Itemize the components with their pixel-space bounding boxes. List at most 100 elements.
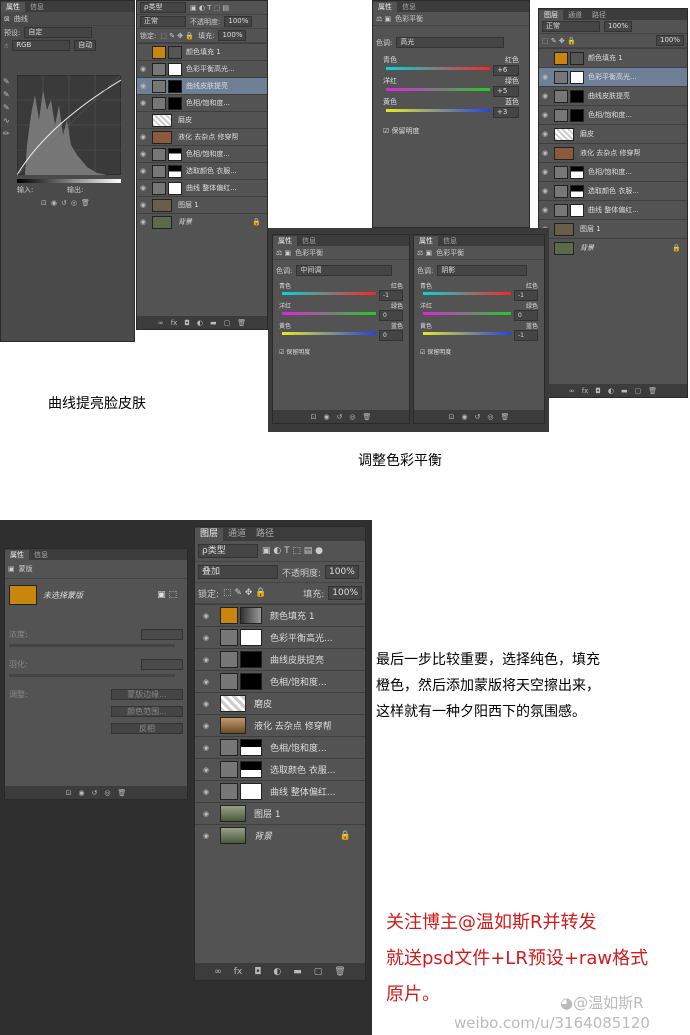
visibility-icon[interactable]: ◉ <box>539 168 551 176</box>
visibility-icon[interactable]: ◉ <box>195 656 217 664</box>
cyan-red-slider[interactable] <box>423 292 511 295</box>
filter-icons[interactable]: ▣ ◐ T ⬚ ▤ <box>190 4 229 12</box>
mask-edge-button[interactable]: 蒙版边缘... <box>111 689 183 700</box>
layer-row[interactable]: ◉图层 1 <box>539 219 687 238</box>
channel-select[interactable]: RGB <box>12 40 71 51</box>
yellow-blue-slider[interactable] <box>423 332 511 335</box>
tab-paths[interactable]: 路径 <box>251 528 279 541</box>
layer-row[interactable]: ◉ 曲线皮肤提亮 <box>137 77 267 94</box>
trash-icon[interactable]: 🗑 <box>501 413 510 421</box>
layer-row[interactable]: ◉ 颜色填充 1 <box>195 604 365 626</box>
reset-icon[interactable]: ↺ <box>337 413 343 421</box>
visibility-icon[interactable]: ◉ <box>137 184 149 192</box>
layer-row[interactable]: ◉ 曲线 整体偏红... <box>137 179 267 196</box>
reset-icon[interactable]: ↺ <box>92 789 98 797</box>
lock-icons[interactable]: ⬚ ✎ ✥ 🔒 <box>542 37 576 45</box>
visibility-icon[interactable]: ◉ <box>137 167 149 175</box>
clip-icon[interactable]: ⊡ <box>449 413 455 421</box>
visibility-toggle-icon[interactable]: ◎ <box>349 413 355 421</box>
fill-input[interactable]: 100% <box>328 586 362 600</box>
blend-mode-select[interactable]: 正常 <box>140 16 186 27</box>
tab-properties[interactable]: 属性 <box>373 2 397 12</box>
layer-row[interactable]: ◉ 色相/饱和度... <box>195 736 365 758</box>
visibility-icon[interactable]: ◉ <box>195 700 217 708</box>
tab-layers[interactable]: 图层 <box>539 10 563 20</box>
fill-input[interactable]: 100% <box>218 30 247 41</box>
tone-select[interactable]: 高光 <box>396 37 505 48</box>
tab-info[interactable]: 信息 <box>25 2 49 12</box>
pencil-icon[interactable]: ✏ <box>3 127 13 140</box>
tab-info[interactable]: 信息 <box>29 550 53 560</box>
trash-icon[interactable]: 🗑 <box>334 967 345 977</box>
visibility-icon[interactable]: ◉ <box>195 810 217 818</box>
density-input[interactable] <box>141 629 183 640</box>
layer-row[interactable]: ◉ 液化 去杂点 修穿帮 <box>195 714 365 736</box>
layer-row[interactable]: ◉ 色相/饱和度... <box>539 162 687 181</box>
lock-icons[interactable]: ⬚ ✎ ✥ 🔒 <box>223 588 266 598</box>
preset-select[interactable]: 自定 <box>24 27 93 38</box>
opacity-input[interactable]: 100% <box>224 16 253 27</box>
tab-layers[interactable]: 图层 <box>195 528 224 541</box>
add-mask-icon[interactable]: ◘ <box>595 387 601 395</box>
feather-input[interactable] <box>141 659 183 670</box>
new-layer-icon[interactable]: ▢ <box>224 319 231 327</box>
tab-info[interactable]: 信息 <box>297 236 321 246</box>
layer-row[interactable]: ◉背景🔒 <box>539 238 687 257</box>
yellow-blue-value[interactable]: 0 <box>379 330 403 341</box>
feather-slider[interactable] <box>9 674 175 677</box>
fx-icon[interactable]: fx <box>582 387 589 395</box>
visibility-icon[interactable]: ◉ <box>539 92 551 100</box>
adjustment-icon[interactable]: ◐ <box>197 319 203 327</box>
tab-properties[interactable]: 属性 <box>414 236 438 246</box>
layer-row[interactable]: ◉ 色相/饱和度... <box>137 94 267 111</box>
view-icon[interactable]: ◉ <box>323 413 329 421</box>
visibility-icon[interactable]: ◉ <box>195 678 217 686</box>
preserve-luminosity-checkbox[interactable]: ☑ 保留明度 <box>420 347 538 356</box>
curves-graph[interactable] <box>17 75 121 175</box>
invert-button[interactable]: 反相 <box>111 723 183 734</box>
layer-row[interactable]: 磨皮 <box>137 111 267 128</box>
visibility-icon[interactable]: ◉ <box>137 82 149 90</box>
folder-icon[interactable]: ▬ <box>210 319 217 327</box>
visibility-icon[interactable]: ◉ <box>539 73 551 81</box>
layer-row[interactable]: ◉背景🔒 <box>137 213 267 230</box>
eyedropper-black-icon[interactable]: ✎ <box>3 75 13 88</box>
cyan-red-slider[interactable] <box>386 67 490 70</box>
layer-row[interactable]: 颜色填充 1 <box>137 43 267 60</box>
mask-mode-icons[interactable]: ▣ ⬚ <box>157 590 177 600</box>
layer-row[interactable]: ◉ 磨皮 <box>539 124 687 143</box>
yellow-blue-value[interactable]: +3 <box>493 107 519 118</box>
trash-icon[interactable]: 🗑 <box>648 387 657 395</box>
add-mask-icon[interactable]: ◘ <box>254 967 261 977</box>
new-layer-icon[interactable]: ▢ <box>635 387 642 395</box>
visibility-icon[interactable]: ◉ <box>137 150 149 158</box>
layer-row[interactable]: ◉ 液化 去杂点 修穿帮 <box>137 128 267 145</box>
tab-properties[interactable]: 属性 <box>5 550 29 560</box>
link-icon[interactable]: ∞ <box>158 319 164 327</box>
reset-icon[interactable]: ↺ <box>475 413 481 421</box>
visibility-toggle-icon[interactable]: ◎ <box>487 413 493 421</box>
layer-row[interactable]: ◉ 曲线 整体偏红... <box>539 200 687 219</box>
visibility-icon[interactable]: ◉ <box>539 206 551 214</box>
visibility-icon[interactable]: ◉ <box>137 133 149 141</box>
layer-row[interactable]: ◉ 色相/饱和度... <box>195 670 365 692</box>
layer-row[interactable]: ◉ 色彩平衡高光... <box>137 60 267 77</box>
visibility-icon[interactable]: ◉ <box>539 149 551 157</box>
layer-row[interactable]: ◉ 曲线皮肤提亮 <box>195 648 365 670</box>
preserve-luminosity-checkbox[interactable]: ☑ 保留明度 <box>383 126 519 136</box>
layer-filter-select[interactable]: ρ类型 <box>140 2 186 13</box>
layer-filter-select[interactable]: ρ类型 <box>198 544 258 558</box>
filter-icons[interactable]: ▣ ◐ T ⬚ ▤ ● <box>262 546 323 556</box>
cyan-red-value[interactable]: -1 <box>514 290 538 301</box>
trash-icon[interactable]: 🗑 <box>118 789 127 797</box>
folder-icon[interactable]: ▬ <box>293 967 302 977</box>
layer-row[interactable]: ◉背景🔒 <box>195 824 365 846</box>
opacity-input[interactable]: 100% <box>325 565 359 579</box>
lock-icons[interactable]: ⬚ ✎ ✥ 🔒 <box>160 32 194 40</box>
adjustment-icon[interactable]: ◐ <box>608 387 614 395</box>
cyan-red-value[interactable]: -1 <box>379 290 403 301</box>
visibility-icon[interactable]: ◉ <box>195 766 217 774</box>
magenta-green-slider[interactable] <box>282 312 376 315</box>
layer-row[interactable]: ◉图层 1 <box>195 802 365 824</box>
layer-row[interactable]: ◉ 色彩平衡高光... <box>539 67 687 86</box>
